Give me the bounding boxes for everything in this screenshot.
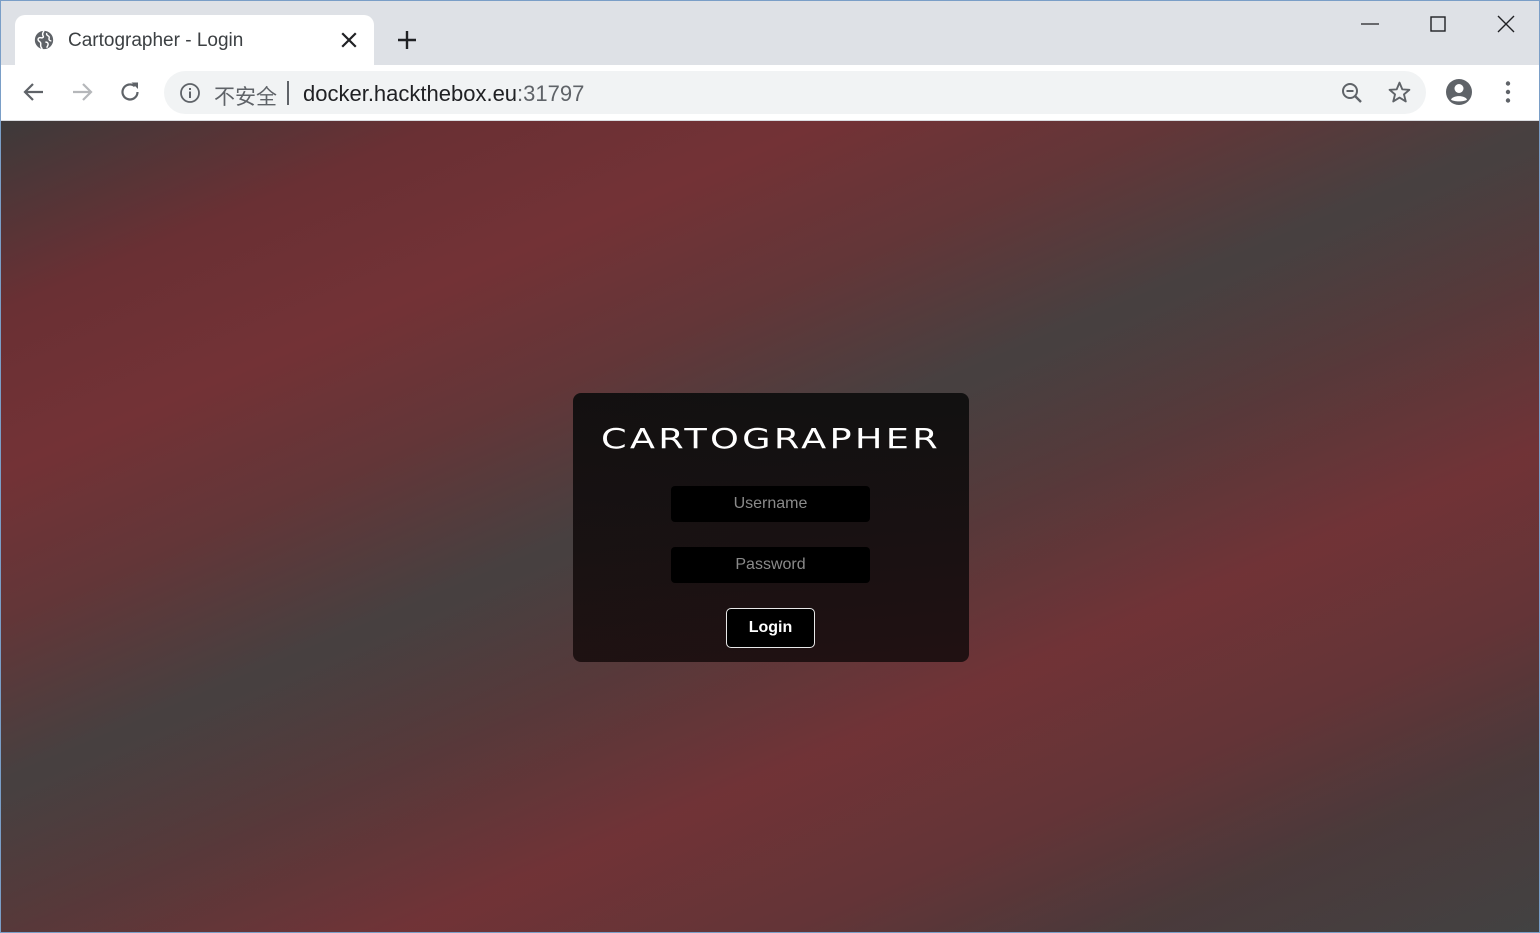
address-bar[interactable]: 不安全 docker.hackthebox.eu:31797 <box>164 71 1426 114</box>
logo-text: CARTOGRAPHER <box>601 423 941 453</box>
zoom-out-icon[interactable] <box>1340 81 1364 105</box>
cartographer-logo: CARTOGRAPHER <box>601 423 941 453</box>
close-icon[interactable] <box>1493 11 1519 37</box>
security-label[interactable]: 不安全 <box>214 81 277 111</box>
reload-icon[interactable] <box>117 79 143 105</box>
tab-strip: Cartographer - Login <box>1 1 1539 65</box>
maximize-icon[interactable] <box>1425 11 1451 37</box>
url-host: docker.hackthebox.eu <box>303 81 518 106</box>
minimize-icon[interactable] <box>1357 11 1383 37</box>
tab-title: Cartographer - Login <box>68 30 244 51</box>
account-circle-icon[interactable] <box>1445 78 1473 106</box>
password-input[interactable] <box>671 547 870 583</box>
tab-close-icon[interactable] <box>339 30 359 50</box>
back-arrow-icon[interactable] <box>21 79 47 105</box>
plus-icon[interactable] <box>395 28 419 52</box>
star-icon[interactable] <box>1387 80 1412 105</box>
page-viewport: CARTOGRAPHER Login <box>1 121 1539 932</box>
username-input[interactable] <box>671 486 870 522</box>
kebab-menu-icon[interactable] <box>1495 79 1521 105</box>
forward-arrow-icon[interactable] <box>69 79 95 105</box>
omnibox-separator <box>287 81 289 105</box>
login-button[interactable]: Login <box>726 608 815 648</box>
login-card: CARTOGRAPHER Login <box>573 393 969 662</box>
url-text[interactable]: docker.hackthebox.eu:31797 <box>303 81 584 107</box>
url-port: :31797 <box>517 81 585 106</box>
globe-icon <box>34 30 54 50</box>
browser-window: Cartographer - Login 不安全 docker.hacktheb… <box>0 0 1540 933</box>
browser-toolbar: 不安全 docker.hackthebox.eu:31797 <box>1 65 1539 121</box>
browser-tab[interactable]: Cartographer - Login <box>15 15 374 65</box>
info-icon[interactable] <box>179 82 201 104</box>
